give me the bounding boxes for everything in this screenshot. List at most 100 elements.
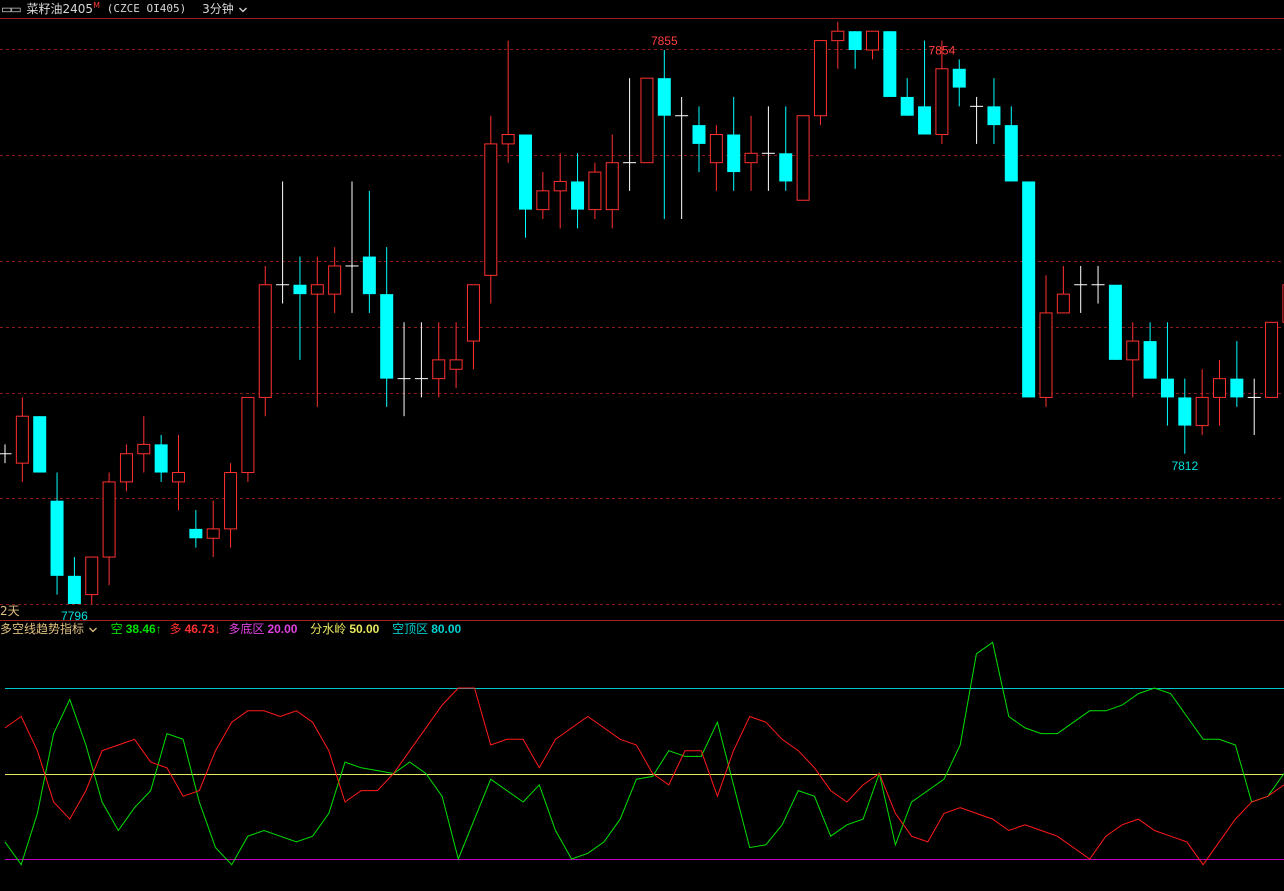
candle-body: [501, 134, 515, 145]
candle[interactable]: [952, 59, 966, 107]
candle[interactable]: [241, 396, 255, 482]
kong-value: 38.46↑: [125, 622, 162, 636]
candle[interactable]: [15, 397, 29, 482]
candle[interactable]: [102, 472, 116, 586]
candle[interactable]: [883, 31, 897, 97]
candle[interactable]: [1230, 341, 1244, 407]
candle[interactable]: [761, 106, 775, 191]
candle[interactable]: [466, 284, 480, 370]
candle[interactable]: [50, 472, 64, 595]
candle-body: [484, 143, 498, 276]
candle[interactable]: [640, 77, 654, 164]
candle[interactable]: [709, 125, 723, 191]
candle-body: [744, 152, 758, 164]
kong-series-line[interactable]: [4, 641, 1284, 866]
chart-canvas[interactable]: 7855785478127796: [0, 0, 1284, 891]
candle[interactable]: [1178, 378, 1192, 454]
candle[interactable]: [189, 510, 203, 548]
candle[interactable]: [1126, 322, 1140, 398]
indicator-chart[interactable]: [4, 641, 1284, 866]
candle[interactable]: [276, 181, 290, 304]
candle[interactable]: [848, 31, 862, 69]
price-high-label: 7854: [929, 43, 956, 57]
candle[interactable]: [0, 444, 12, 464]
candle-body: [137, 443, 151, 455]
candle-body: [779, 153, 793, 182]
candle[interactable]: [605, 134, 619, 229]
candle[interactable]: [744, 115, 758, 191]
indicator-legend: 多空线趋势指标 空 38.46↑ 多 46.73↓ 多底区 20.00 分水岭 50.0…: [0, 620, 461, 638]
candle[interactable]: [1074, 265, 1088, 313]
candle-body: [224, 472, 238, 530]
candle[interactable]: [258, 265, 272, 417]
candle[interactable]: [1160, 322, 1174, 426]
candle-body: [206, 528, 220, 539]
duo-label: 多: [169, 622, 182, 636]
kong-label: 空: [110, 622, 123, 636]
candle[interactable]: [67, 557, 81, 604]
candle[interactable]: [293, 256, 307, 360]
duo-series-line[interactable]: [4, 687, 1284, 866]
candle[interactable]: [1195, 369, 1209, 435]
candle[interactable]: [813, 40, 827, 126]
candle[interactable]: [119, 444, 133, 492]
candle-body: [1265, 321, 1279, 398]
candle[interactable]: [432, 322, 446, 398]
candle[interactable]: [1004, 106, 1018, 182]
candle[interactable]: [536, 172, 550, 220]
candle[interactable]: [310, 256, 324, 407]
candle[interactable]: [588, 162, 602, 220]
candle[interactable]: [484, 115, 498, 304]
candle-body: [67, 575, 81, 604]
candle[interactable]: [85, 556, 99, 604]
candle[interactable]: [154, 434, 168, 482]
candle[interactable]: [328, 247, 342, 313]
candle[interactable]: [1247, 378, 1261, 435]
candle[interactable]: [397, 322, 411, 417]
candle[interactable]: [970, 96, 984, 144]
candle[interactable]: [779, 106, 793, 191]
candlestick-chart[interactable]: [0, 21, 1284, 604]
candle[interactable]: [137, 416, 151, 473]
candle[interactable]: [414, 322, 428, 398]
candle[interactable]: [623, 78, 637, 191]
candle[interactable]: [727, 96, 741, 191]
candle[interactable]: [900, 78, 914, 116]
candle-body: [536, 190, 550, 211]
candle[interactable]: [987, 78, 1001, 144]
candle[interactable]: [345, 181, 359, 313]
fenshui-value: 50.00: [349, 622, 380, 636]
candle-body: [1126, 340, 1140, 361]
candle[interactable]: [675, 96, 689, 220]
candle-body: [15, 415, 29, 464]
candle[interactable]: [1091, 265, 1105, 304]
candle[interactable]: [519, 134, 532, 238]
candle[interactable]: [657, 50, 671, 220]
indicator-selector[interactable]: 多空线趋势指标: [0, 620, 98, 638]
candle-body: [449, 359, 463, 370]
candle-body: [952, 68, 966, 88]
candle[interactable]: [1213, 359, 1226, 426]
candle[interactable]: [33, 416, 47, 473]
candle[interactable]: [380, 247, 394, 407]
candle[interactable]: [831, 21, 845, 69]
candle[interactable]: [571, 153, 585, 229]
candle[interactable]: [553, 153, 567, 229]
candle[interactable]: [224, 463, 238, 548]
candle-body: [1178, 397, 1192, 426]
candle[interactable]: [1265, 321, 1279, 398]
candle[interactable]: [449, 322, 463, 389]
candle-body: [727, 134, 741, 173]
candle[interactable]: [1022, 181, 1036, 398]
candle[interactable]: [866, 30, 879, 60]
candle[interactable]: [1108, 284, 1122, 360]
candle[interactable]: [692, 106, 706, 173]
candle[interactable]: [1056, 265, 1070, 314]
candle[interactable]: [362, 190, 376, 313]
candle[interactable]: [206, 500, 220, 558]
candle[interactable]: [501, 40, 515, 163]
candle[interactable]: [1143, 322, 1157, 379]
candle[interactable]: [796, 115, 810, 201]
candle-body: [241, 396, 255, 474]
candle[interactable]: [1039, 275, 1053, 407]
